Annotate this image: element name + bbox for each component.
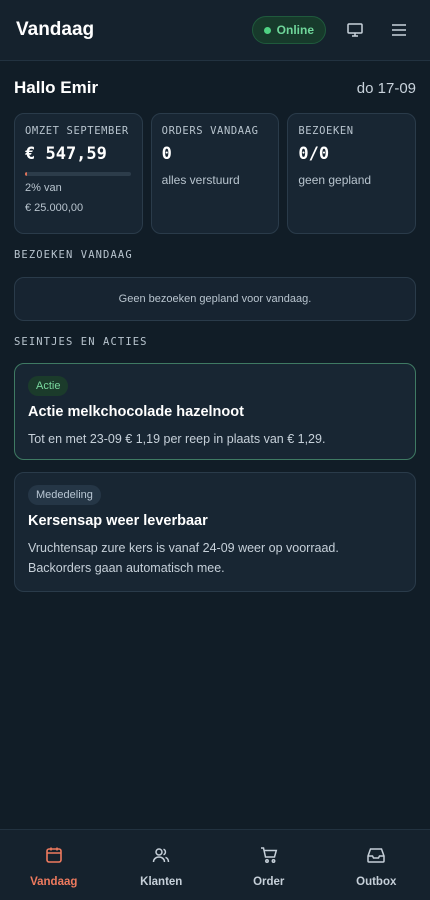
notice-title: Kersensap weer leverbaar xyxy=(28,513,208,529)
greeting-row: Hallo Emir do 17-09 xyxy=(14,77,416,99)
stat-label: OMZET SEPTEMBER xyxy=(25,125,129,137)
nav-item-order[interactable]: Order xyxy=(215,830,323,900)
notice-title: Actie melkchocolade hazelnoot xyxy=(28,404,244,420)
status-badge-label: Online xyxy=(276,23,314,37)
progress-text: 2% van xyxy=(25,182,62,194)
stat-subtext: geen gepland xyxy=(298,173,372,187)
revenue-progress-fill xyxy=(25,172,28,176)
inbox-icon xyxy=(366,846,386,869)
greeting: Hallo Emir xyxy=(14,78,99,97)
notice-body: Tot en met 23-09 € 1,19 per reep in plaa… xyxy=(28,432,326,446)
notice-body: Vruchtensap zure kers is vanaf 24-09 wee… xyxy=(28,541,339,575)
notice-card-announcement[interactable]: Mededeling Kersensap weer leverbaar Vruc… xyxy=(14,472,416,592)
nav-item-klanten[interactable]: Klanten xyxy=(108,830,216,900)
announcement-tag: Mededeling xyxy=(28,485,101,505)
stat-card-visits[interactable]: BEZOEKEN 0/0 geen gepland xyxy=(287,113,417,234)
online-dot xyxy=(263,26,271,34)
date-label: do 17-09 xyxy=(356,79,416,97)
stat-cards: OMZET SEPTEMBER € 547,59 2% van € 25.000… xyxy=(14,113,417,234)
stat-label: BEZOEKEN xyxy=(298,125,354,137)
nav-label: Outbox xyxy=(356,876,397,888)
monitor-icon[interactable] xyxy=(340,15,370,45)
section-label-notices: SEINTJES EN ACTIES xyxy=(14,336,148,348)
stat-label: ORDERS VANDAAG xyxy=(161,125,259,137)
stat-value: 0/0 xyxy=(298,144,330,164)
stat-value: € 547,59 xyxy=(25,144,107,164)
stat-card-orders[interactable]: ORDERS VANDAAG 0 alles verstuurd xyxy=(150,113,280,234)
action-tag: Actie xyxy=(28,376,69,396)
page-title: Vandaag xyxy=(16,19,95,40)
section-label-visits: BEZOEKEN VANDAAG xyxy=(14,249,133,261)
users-icon xyxy=(152,846,170,869)
stat-card-revenue[interactable]: OMZET SEPTEMBER € 547,59 2% van € 25.000… xyxy=(14,113,143,234)
visits-empty-state: Geen bezoeken gepland voor vandaag. xyxy=(14,277,416,321)
stat-subtext: alles verstuurd xyxy=(161,173,240,187)
revenue-progress-bar xyxy=(25,172,131,176)
bottom-nav: Vandaag Klanten Order Outbox xyxy=(0,829,430,900)
nav-item-outbox[interactable]: Outbox xyxy=(323,830,430,900)
revenue-target: € 25.000,00 xyxy=(25,202,84,214)
cart-icon xyxy=(260,846,278,869)
menu-icon[interactable] xyxy=(384,15,414,45)
nav-label: Vandaag xyxy=(30,876,78,888)
nav-item-vandaag[interactable]: Vandaag xyxy=(0,830,108,900)
status-badge: Online xyxy=(251,16,326,44)
nav-label: Order xyxy=(253,876,285,888)
calendar-icon xyxy=(45,846,63,869)
stat-value: 0 xyxy=(161,144,172,164)
nav-label: Klanten xyxy=(140,876,183,888)
top-bar: Vandaag Online xyxy=(0,0,430,61)
notice-card-action[interactable]: Actie Actie melkchocolade hazelnoot Tot … xyxy=(14,363,416,460)
